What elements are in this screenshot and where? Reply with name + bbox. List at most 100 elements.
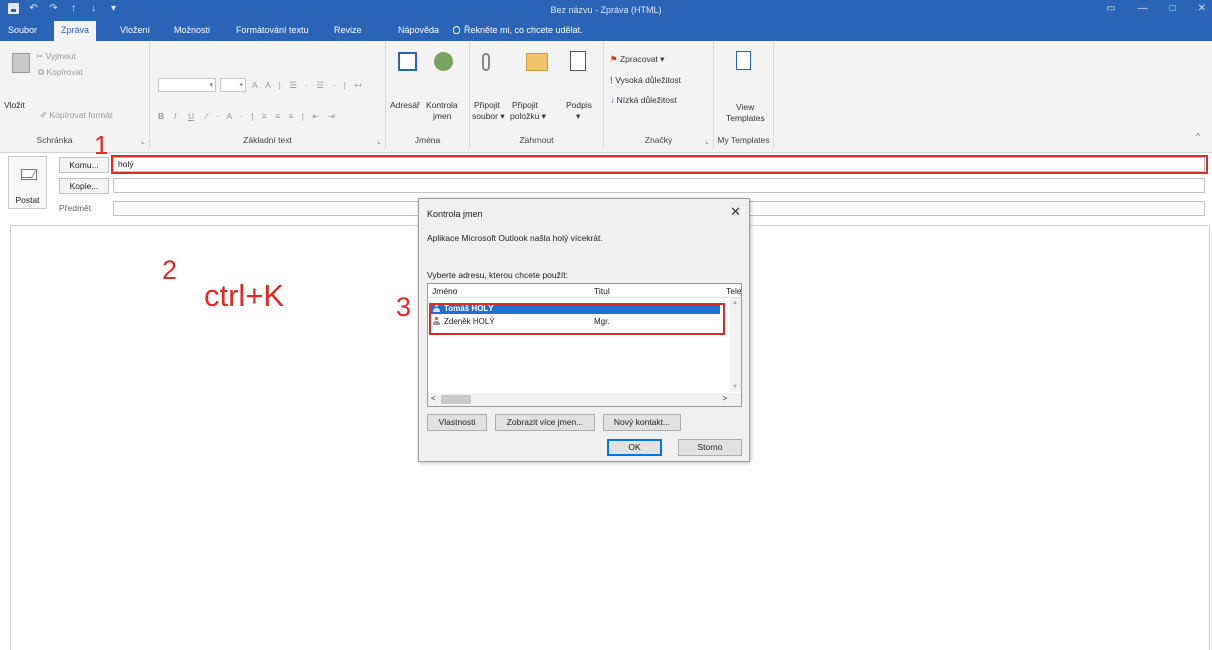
close-icon[interactable]: ✕ [1198, 3, 1206, 14]
horizontal-scrollbar[interactable]: < > [428, 393, 741, 406]
send-label: Postat [15, 195, 40, 205]
bold-button[interactable]: B [158, 111, 164, 121]
column-phone[interactable]: Tele [726, 286, 741, 296]
properties-button[interactable]: Vlastnosti [427, 414, 487, 431]
collapse-ribbon-icon[interactable]: ^ [1196, 131, 1200, 141]
column-name[interactable]: Jméno [432, 286, 458, 296]
low-importance-label: Nízká důležitost [616, 95, 677, 105]
group-my-templates: View Templates My Templates [714, 41, 774, 149]
annotation-step-2: 2 [162, 255, 178, 285]
format-painter-label: Kopírovat formát [49, 110, 113, 120]
tell-me-search[interactable]: Řekněte mi, co chcete udělat. [453, 25, 583, 35]
annotation-step-1: 1 [94, 130, 109, 160]
follow-up-label: Zpracovat ▾ [619, 54, 665, 64]
tell-me-text: Řekněte mi, co chcete udělat. [464, 25, 583, 35]
flag-icon: ⚑ [610, 54, 620, 64]
attach-item-button-line2[interactable]: položku ▾ [510, 111, 546, 121]
annotation-to-field-box [111, 155, 1208, 174]
font-name-combo[interactable]: ▾ [158, 78, 216, 92]
low-importance-button[interactable]: ↓ Nízká důležitost [610, 95, 677, 105]
ribbon-tabs: Soubor Zpráva Vložení Možnosti Formátová… [0, 21, 1212, 41]
tab-insert[interactable]: Vložení [120, 25, 150, 35]
view-templates-button[interactable]: View [736, 102, 754, 112]
minimize-icon[interactable]: — [1138, 3, 1148, 14]
check-names-button-line2[interactable]: jmen [433, 111, 451, 121]
address-book-icon[interactable] [398, 52, 417, 71]
tab-options[interactable]: Možnosti [174, 25, 210, 35]
cc-field[interactable] [113, 178, 1205, 193]
annotation-shortcut: ctrl+K [204, 278, 285, 313]
ribbon-display-icon[interactable]: ▭ [1106, 3, 1115, 14]
address-book-button[interactable]: Adresář [390, 100, 420, 110]
subject-label: Předmět [59, 203, 92, 213]
my-templates-group-label: My Templates [717, 135, 770, 145]
tab-format-text[interactable]: Formátování textu [236, 25, 309, 35]
scroll-left-icon[interactable]: < [431, 394, 436, 403]
paste-button[interactable]: Vložit [4, 100, 25, 110]
cancel-button[interactable]: Storno [678, 439, 742, 456]
group-include: Připojit soubor ▾ Připojit položku ▾ Pod… [470, 41, 604, 149]
new-contact-button[interactable]: Nový kontakt... [603, 414, 681, 431]
italic-button[interactable]: I [174, 111, 176, 121]
chevron-down-icon: ▾ [239, 82, 243, 89]
group-basic-text: ▾ ▾ A A | ☰ · ☰ · | ↤ B I U ⁄ · A · | ≡ … [150, 41, 386, 149]
dialog-title: Kontrola jmen [427, 209, 483, 219]
scroll-right-icon[interactable]: > [722, 394, 727, 403]
close-icon[interactable]: ✕ [730, 204, 741, 220]
check-names-icon[interactable] [434, 52, 453, 71]
signature-icon[interactable] [570, 51, 586, 71]
attach-item-button[interactable]: Připojit [512, 100, 538, 110]
ok-button[interactable]: OK [607, 439, 662, 456]
cut-label: Vyjmout [45, 51, 76, 61]
envelope-icon[interactable] [526, 53, 548, 71]
show-more-names-button[interactable]: Zobrazit více jmen... [495, 414, 595, 431]
cc-button[interactable]: Kopie... [59, 178, 109, 194]
font-size-combo[interactable]: ▾ [220, 78, 246, 92]
signature-dropdown[interactable]: ▾ [576, 111, 580, 121]
down-arrow-icon: ↓ [610, 95, 617, 105]
scroll-up-icon[interactable]: ▲ [732, 300, 738, 306]
include-group-label: Zahrnout [519, 135, 554, 145]
title-bar: ↶ ↷ ↑ ↓ ▾ Bez názvu - Zpráva (HTML) ▭ — … [0, 0, 1212, 21]
tab-review[interactable]: Revize [334, 25, 362, 35]
ribbon: Vložit ✂ Vyjmout ⧉ Kopírovat ✐ Kopírovat… [0, 41, 1212, 153]
highlight-fontcolor-icons[interactable]: ⁄ · A · | ≡ ≡ ≡ | ⇤ ⇥ [206, 111, 338, 121]
group-clipboard: Vložit ✂ Vyjmout ⧉ Kopírovat ✐ Kopírovat… [0, 41, 150, 149]
check-names-button[interactable]: Kontrola [426, 100, 458, 110]
lightbulb-icon [453, 26, 460, 34]
underline-button[interactable]: U [188, 111, 194, 121]
scroll-down-icon[interactable]: ▼ [732, 384, 738, 390]
vertical-scrollbar[interactable]: ▲ ▼ [730, 298, 741, 392]
window-title: Bez názvu - Zpráva (HTML) [550, 5, 662, 15]
view-templates-button-line2[interactable]: Templates [726, 113, 765, 123]
high-importance-button[interactable]: ! Vysoká důležitost [610, 75, 681, 85]
send-button[interactable]: Postat [8, 156, 47, 209]
copy-label: Kopírovat [46, 67, 83, 77]
names-list[interactable]: Jméno Titul Tele Tomáš HOLÝ Zdeněk HOLÝ … [427, 283, 742, 407]
tab-file[interactable]: Soubor [8, 25, 37, 35]
scroll-thumb[interactable] [441, 395, 471, 404]
dialog-launcher-icon[interactable]: ⌞ [141, 136, 145, 145]
dialog-prompt: Vyberte adresu, kterou chcete použít: [427, 270, 568, 280]
tab-help[interactable]: Nápověda [398, 25, 439, 35]
font-grow-shrink-icons[interactable]: A A | ☰ · ☰ · | ↤ [252, 80, 364, 90]
annotation-step-3: 3 [396, 292, 412, 322]
tab-message[interactable]: Zpráva [54, 21, 97, 41]
column-title[interactable]: Titul [594, 286, 610, 296]
annotation-names-box [429, 303, 725, 335]
format-painter-button[interactable]: ✐ Kopírovat formát [40, 110, 112, 120]
follow-up-button[interactable]: ⚑ Zpracovat ▾ [610, 54, 664, 64]
attach-file-button-line2[interactable]: soubor ▾ [472, 111, 505, 121]
send-icon [21, 169, 37, 180]
cut-button[interactable]: ✂ Vyjmout [36, 51, 76, 61]
dialog-launcher-icon[interactable]: ⌞ [705, 136, 709, 145]
group-names: Adresář Kontrola jmen Jména [386, 41, 470, 149]
attach-file-button[interactable]: Připojit [474, 100, 500, 110]
dialog-launcher-icon[interactable]: ⌞ [377, 136, 381, 145]
copy-button[interactable]: ⧉ Kopírovat [38, 67, 83, 77]
paperclip-icon[interactable] [482, 53, 490, 71]
signature-button[interactable]: Podpis [566, 100, 592, 110]
paste-icon[interactable] [12, 53, 30, 73]
maximize-icon[interactable]: □ [1170, 3, 1176, 14]
view-templates-icon[interactable] [736, 51, 751, 70]
